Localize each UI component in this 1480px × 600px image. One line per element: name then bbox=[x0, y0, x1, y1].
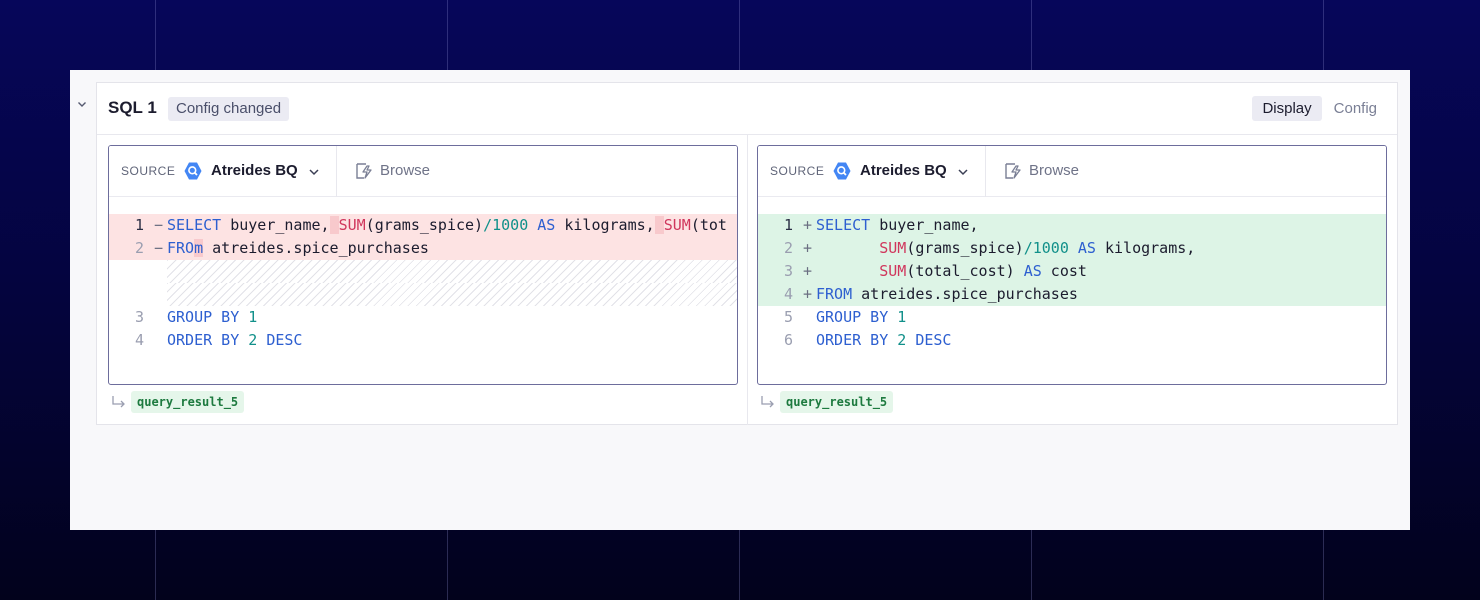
source-select[interactable]: Atreides BQ bbox=[211, 162, 298, 179]
code-text: SUM(total_cost) AS cost bbox=[879, 262, 1087, 280]
code-line: 1 − SELECT buyer_name, SUM(grams_spice)/… bbox=[109, 214, 737, 237]
diff-card: SQL 1 Config changed Display Config SOUR… bbox=[70, 70, 1410, 530]
diff-marker: − bbox=[154, 239, 164, 257]
code-line: 1 + SELECT buyer_name, bbox=[758, 214, 1386, 237]
line-number: 1 bbox=[134, 216, 144, 234]
code-line: 2 + SUM(grams_spice)/1000 AS kilograms, bbox=[758, 237, 1386, 260]
source-label: SOURCE bbox=[770, 164, 825, 178]
result-variable[interactable]: query_result_5 bbox=[131, 391, 245, 413]
code-line-placeholder bbox=[109, 283, 737, 306]
result-output: query_result_5 bbox=[109, 391, 245, 413]
code-text: GROUP BY 1 bbox=[167, 308, 258, 326]
bigquery-icon bbox=[832, 161, 852, 181]
line-number: 2 bbox=[783, 239, 793, 257]
tab-display[interactable]: Display bbox=[1252, 96, 1322, 121]
code-editor[interactable]: 1 + SELECT buyer_name, 2 + SUM(grams_spi… bbox=[758, 214, 1386, 352]
line-number: 4 bbox=[783, 285, 793, 303]
code-line: 3 + SUM(total_cost) AS cost bbox=[758, 260, 1386, 283]
cell-title: SQL 1 bbox=[108, 98, 157, 117]
code-line: 4 ORDER BY 2 DESC bbox=[109, 329, 737, 352]
line-number: 4 bbox=[134, 331, 144, 349]
cell-header: SQL 1 Config changed Display Config bbox=[97, 83, 1397, 135]
code-line-placeholder bbox=[109, 260, 737, 283]
toolbar-separator bbox=[985, 146, 986, 197]
diff-marker: − bbox=[154, 216, 164, 234]
code-text: FROM atreides.spice_purchases bbox=[816, 285, 1078, 303]
browse-lightning-icon[interactable] bbox=[1002, 160, 1024, 182]
code-text: SELECT buyer_name, SUM(grams_spice)/1000… bbox=[167, 216, 727, 234]
result-variable[interactable]: query_result_5 bbox=[780, 391, 894, 413]
result-output: query_result_5 bbox=[758, 391, 894, 413]
code-editor[interactable]: 1 − SELECT buyer_name, SUM(grams_spice)/… bbox=[109, 214, 737, 352]
browse-button[interactable]: Browse bbox=[380, 162, 430, 179]
source-toolbar: SOURCE Atreides BQ Browse bbox=[109, 146, 737, 197]
line-number: 6 bbox=[783, 331, 793, 349]
return-arrow-icon bbox=[761, 396, 774, 408]
pane-divider bbox=[747, 135, 748, 425]
code-text: ORDER BY 2 DESC bbox=[167, 331, 303, 349]
tab-config[interactable]: Config bbox=[1324, 96, 1387, 121]
diff-marker: + bbox=[803, 285, 813, 303]
return-arrow-icon bbox=[112, 396, 125, 408]
source-label: SOURCE bbox=[121, 164, 176, 178]
chevron-down-icon[interactable] bbox=[957, 165, 969, 177]
browse-button[interactable]: Browse bbox=[1029, 162, 1079, 179]
line-number: 2 bbox=[134, 239, 144, 257]
line-number: 3 bbox=[783, 262, 793, 280]
diff-pane-before: SOURCE Atreides BQ Browse 1 − SELECT buy… bbox=[108, 145, 738, 385]
line-number: 3 bbox=[134, 308, 144, 326]
diff-marker: + bbox=[803, 239, 813, 257]
code-text: FROm atreides.spice_purchases bbox=[167, 239, 429, 257]
code-text: SUM(grams_spice)/1000 AS kilograms, bbox=[879, 239, 1196, 257]
line-number: 5 bbox=[783, 308, 793, 326]
bigquery-icon bbox=[183, 161, 203, 181]
code-line: 3 GROUP BY 1 bbox=[109, 306, 737, 329]
toolbar-separator bbox=[336, 146, 337, 197]
code-text: SELECT buyer_name, bbox=[816, 216, 979, 234]
code-line: 6 ORDER BY 2 DESC bbox=[758, 329, 1386, 352]
code-line: 2 − FROm atreides.spice_purchases bbox=[109, 237, 737, 260]
sql-cell: SQL 1 Config changed Display Config SOUR… bbox=[96, 82, 1398, 425]
browse-lightning-icon[interactable] bbox=[353, 160, 375, 182]
chevron-down-icon[interactable] bbox=[308, 165, 320, 177]
source-toolbar: SOURCE Atreides BQ Browse bbox=[758, 146, 1386, 197]
code-text: ORDER BY 2 DESC bbox=[816, 331, 952, 349]
mode-tabs: Display Config bbox=[1252, 96, 1387, 121]
source-select[interactable]: Atreides BQ bbox=[860, 162, 947, 179]
code-line: 4 + FROM atreides.spice_purchases bbox=[758, 283, 1386, 306]
line-number: 1 bbox=[783, 216, 793, 234]
chevron-down-icon[interactable] bbox=[76, 98, 88, 110]
code-line: 5 GROUP BY 1 bbox=[758, 306, 1386, 329]
diff-pane-after: SOURCE Atreides BQ Browse 1 + SELECT buy… bbox=[757, 145, 1387, 385]
diff-marker: + bbox=[803, 262, 813, 280]
config-changed-badge: Config changed bbox=[168, 97, 290, 121]
diff-marker: + bbox=[803, 216, 813, 234]
code-text: GROUP BY 1 bbox=[816, 308, 907, 326]
